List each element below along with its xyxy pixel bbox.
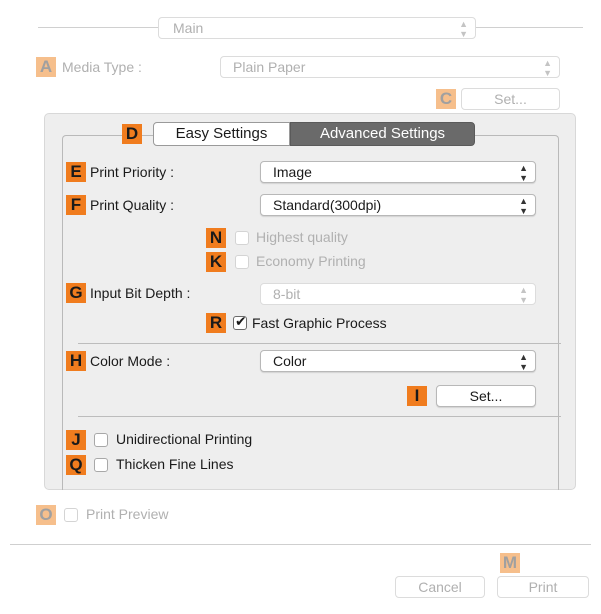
highest-quality-label: Highest quality bbox=[256, 229, 348, 245]
badge-m: M bbox=[500, 553, 520, 573]
unidirectional-label: Unidirectional Printing bbox=[116, 431, 253, 447]
updown-arrows-icon: ▲ ▼ bbox=[519, 163, 528, 183]
footer-separator bbox=[10, 544, 591, 545]
badge-k: K bbox=[206, 252, 226, 272]
color-set-button[interactable]: Set... bbox=[436, 385, 536, 407]
updown-arrows-icon: ▲ ▼ bbox=[519, 352, 528, 372]
print-quality-value: Standard(300dpi) bbox=[273, 197, 382, 213]
badge-h: H bbox=[66, 351, 86, 371]
unidirectional-checkbox[interactable] bbox=[94, 433, 108, 447]
main-separator-right bbox=[476, 27, 583, 28]
input-bit-depth-value: 8-bit bbox=[273, 286, 301, 302]
badge-n: N bbox=[206, 228, 226, 248]
print-quality-label: Print Quality : bbox=[90, 197, 175, 213]
updown-arrows-icon: ▲ ▼ bbox=[459, 19, 468, 39]
separator-1 bbox=[78, 343, 561, 344]
fast-graphic-checkbox[interactable] bbox=[233, 313, 247, 330]
badge-f: F bbox=[66, 195, 86, 215]
badge-g: G bbox=[66, 283, 86, 303]
badge-i: I bbox=[407, 386, 427, 406]
separator-2 bbox=[78, 416, 561, 417]
badge-j: J bbox=[66, 430, 86, 450]
main-popup-value: Main bbox=[173, 20, 204, 36]
thicken-lines-label: Thicken Fine Lines bbox=[116, 456, 234, 472]
print-preview-checkbox[interactable] bbox=[64, 508, 78, 522]
thicken-lines-checkbox[interactable] bbox=[94, 458, 108, 472]
highest-quality-checkbox[interactable] bbox=[235, 231, 249, 245]
updown-arrows-icon: ▲ ▼ bbox=[543, 58, 552, 78]
print-preview-label: Print Preview bbox=[86, 506, 169, 522]
badge-q: Q bbox=[66, 455, 86, 475]
badge-o: O bbox=[36, 505, 56, 525]
badge-c: C bbox=[436, 89, 456, 109]
cancel-button[interactable]: Cancel bbox=[395, 576, 485, 598]
print-priority-value: Image bbox=[273, 164, 312, 180]
media-type-label: Media Type : bbox=[62, 59, 142, 75]
economy-printing-checkbox[interactable] bbox=[235, 255, 249, 269]
color-mode-popup[interactable]: Color ▲ ▼ bbox=[260, 350, 536, 372]
color-mode-label: Color Mode : bbox=[90, 353, 171, 369]
badge-a: A bbox=[36, 57, 56, 77]
badge-d: D bbox=[122, 124, 142, 144]
input-bit-depth-label: Input Bit Depth : bbox=[90, 285, 191, 301]
badge-r: R bbox=[206, 313, 226, 333]
fast-graphic-label: Fast Graphic Process bbox=[252, 315, 387, 331]
media-set-button[interactable]: Set... bbox=[461, 88, 560, 110]
print-priority-label: Print Priority : bbox=[90, 164, 175, 180]
print-quality-popup[interactable]: Standard(300dpi) ▲ ▼ bbox=[260, 194, 536, 216]
print-button[interactable]: Print bbox=[497, 576, 589, 598]
tab-advanced-settings[interactable]: Advanced Settings bbox=[290, 122, 475, 146]
updown-arrows-icon: ▲ ▼ bbox=[519, 196, 528, 216]
media-type-value: Plain Paper bbox=[233, 59, 306, 75]
input-bit-depth-popup[interactable]: 8-bit ▲ ▼ bbox=[260, 283, 536, 305]
economy-printing-label: Economy Printing bbox=[256, 253, 366, 269]
updown-arrows-icon: ▲ ▼ bbox=[519, 285, 528, 305]
badge-e: E bbox=[66, 162, 86, 182]
main-separator-left bbox=[38, 27, 158, 28]
color-mode-value: Color bbox=[273, 353, 307, 369]
tab-easy-settings[interactable]: Easy Settings bbox=[153, 122, 290, 146]
media-type-popup[interactable]: Plain Paper ▲ ▼ bbox=[220, 56, 560, 78]
main-popup[interactable]: Main ▲ ▼ bbox=[158, 17, 476, 39]
print-priority-popup[interactable]: Image ▲ ▼ bbox=[260, 161, 536, 183]
